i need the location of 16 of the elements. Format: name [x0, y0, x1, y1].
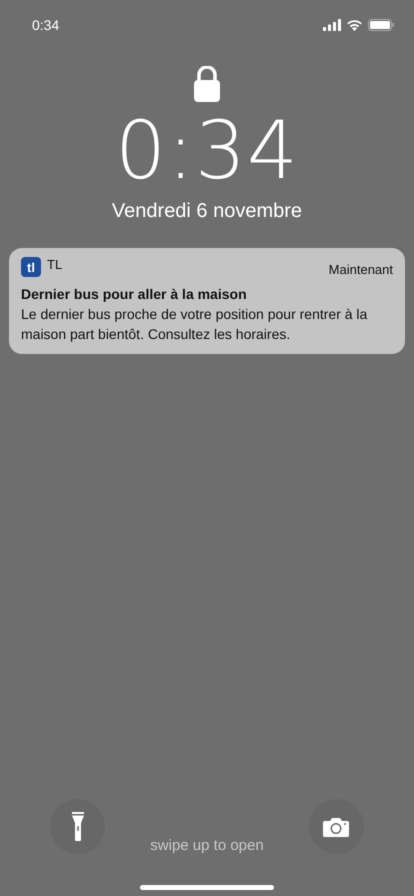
app-name: TL	[47, 257, 62, 272]
notification-time: Maintenant	[328, 262, 393, 276]
notification-card[interactable]: tl TL Maintenant Dernier bus pour aller à la maison Le dernier bus proche de votre position pour rentrer à la maison part bientôt. Consultez les horaires.	[9, 248, 405, 354]
lock-date: Vendredi 6 novembre	[112, 200, 302, 223]
status-time: 0:34	[32, 16, 60, 32]
battery-icon	[368, 18, 394, 30]
signal-icon	[323, 18, 341, 30]
wifi-icon	[346, 18, 363, 30]
lock-time: 0:34	[115, 108, 299, 194]
flashlight-icon	[72, 812, 84, 841]
swipe-hint: swipe up to open	[150, 837, 264, 854]
camera-icon	[323, 816, 350, 836]
notification-title: Dernier bus pour aller à la maison	[21, 286, 248, 302]
notification-body: Le dernier bus proche de votre position pour rentrer à la maison part bientôt. Consultez les horaires.	[21, 305, 368, 344]
app-icon: tl	[21, 257, 41, 277]
lock-icon	[194, 66, 220, 102]
